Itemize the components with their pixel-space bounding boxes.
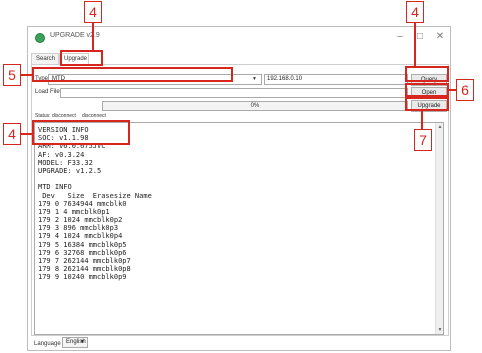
- callout-line: [21, 74, 32, 76]
- callout-line: [21, 133, 32, 135]
- chevron-down-icon: ▼: [252, 76, 257, 82]
- log-line: 179 6 32768 mmcblk0p6: [38, 248, 127, 257]
- callout-line: [92, 23, 94, 51]
- log-line: MTD INFO: [38, 183, 72, 192]
- log-line: UPGRADE: v1.2.5: [38, 166, 102, 175]
- highlight-open-button: [405, 83, 449, 97]
- scroll-up-icon[interactable]: ▲: [436, 123, 443, 131]
- language-select[interactable]: English ▼: [62, 337, 88, 348]
- callout-7-upgrade: 7: [414, 129, 432, 151]
- callout-5-type: 5: [3, 64, 21, 86]
- status-value: disconnect: [52, 113, 76, 119]
- highlight-upgrade-tab: [60, 50, 103, 66]
- log-line: AF: v0.3.24: [38, 150, 85, 159]
- info-log[interactable]: VERSION INFO SOC: v1.1.98 ARM: v6.0.675JVC…: [34, 122, 444, 335]
- close-button[interactable]: ✕: [432, 30, 448, 44]
- language-label: Language: [34, 341, 61, 347]
- log-scrollbar[interactable]: ▲ ▼: [435, 123, 443, 334]
- log-line: 179 9 10240 mmcblk0p9: [38, 273, 127, 282]
- scroll-down-icon[interactable]: ▼: [436, 326, 443, 334]
- callout-line: [449, 89, 456, 91]
- chevron-down-icon: ▼: [80, 339, 85, 345]
- ip-address-input[interactable]: 192.168.0.10: [264, 74, 408, 85]
- log-line: 179 0 7634944 mmcblk0: [38, 199, 127, 208]
- highlight-type-select: [32, 67, 233, 82]
- callout-line: [414, 23, 416, 66]
- highlight-query-button: [405, 66, 449, 82]
- log-line: 179 4 1024 mmcblk0p4: [38, 232, 123, 241]
- log-line: 179 7 262144 mmcblk0p7: [38, 257, 131, 265]
- load-file-input[interactable]: [60, 88, 408, 98]
- status-label: Status:: [35, 113, 51, 119]
- callout-6-open: 6: [456, 79, 474, 101]
- load-file-label: Load File: [35, 89, 60, 95]
- status-value-secondary: disconnect: [82, 113, 106, 119]
- log-line: Dev Size Erasesize Name: [38, 191, 152, 200]
- log-line: 179 5 16384 mmcblk0p5: [38, 240, 127, 249]
- callout-4-tab: 4: [84, 1, 102, 23]
- log-line: MODEL: F33.32: [38, 158, 93, 167]
- callout-4-version: 4: [3, 123, 21, 145]
- log-line: 179 2 1024 mmcblk0p2: [38, 216, 123, 225]
- callout-line: [421, 111, 423, 129]
- log-text: VERSION INFO SOC: v1.1.98 ARM: v6.0.675JVC…: [38, 126, 152, 282]
- highlight-version-info: [32, 120, 130, 145]
- app-icon: [35, 33, 45, 43]
- log-line: 179 1 4 mmcblk0p1: [38, 207, 110, 216]
- highlight-upgrade-button: [405, 97, 449, 111]
- upgrade-panel: Type MTD ▼ 192.168.0.10 Query Load File …: [31, 64, 449, 348]
- progress-bar: 0%: [102, 101, 408, 111]
- minimize-button[interactable]: –: [392, 30, 408, 44]
- log-line: 179 3 896 mmcblk0p3: [38, 224, 119, 233]
- log-line: 179 8 262144 mmcblk0p8: [38, 265, 131, 274]
- callout-4-query: 4: [406, 1, 424, 23]
